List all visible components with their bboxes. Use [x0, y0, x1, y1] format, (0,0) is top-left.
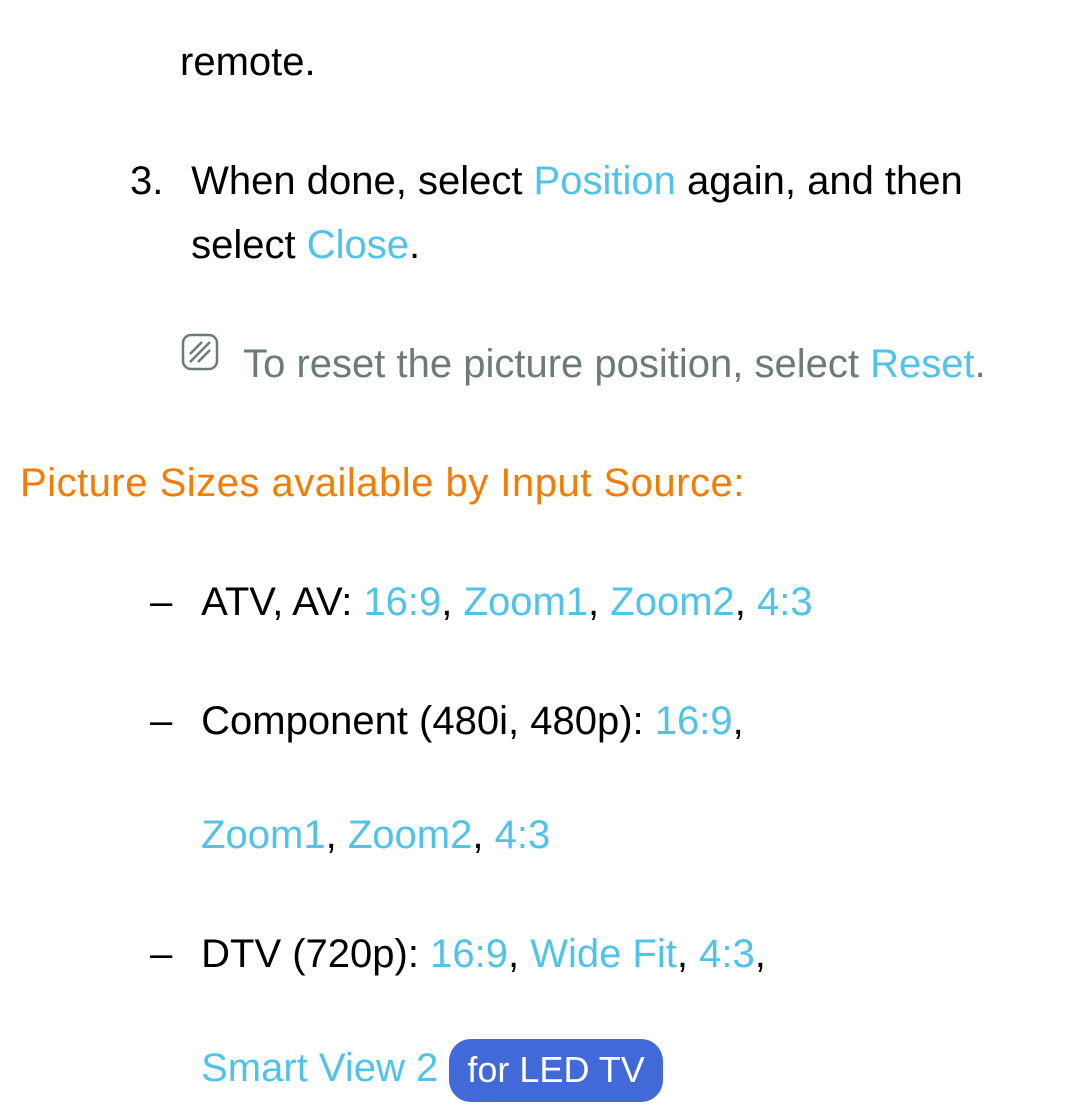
dash: – — [150, 922, 190, 986]
prev-line-continuation: remote. — [180, 30, 1050, 94]
spacer — [438, 1046, 449, 1090]
size-zoom2: Zoom2 — [610, 580, 735, 624]
size-zoom2: Zoom2 — [348, 813, 473, 857]
li-body: ATV, AV: 16:9, Zoom1, Zoom2, 4:3 — [201, 570, 1031, 634]
step3-text-a: When done, select — [191, 159, 533, 203]
li-body: DTV (720p): 16:9, Wide Fit, 4:3, Smart V… — [201, 922, 1031, 1102]
size-zoom1: Zoom1 — [464, 580, 589, 624]
sep: , — [441, 580, 463, 624]
sep: , — [735, 580, 757, 624]
position-option: Position — [534, 159, 676, 203]
size-4-3: 4:3 — [699, 932, 755, 976]
size-16-9: 16:9 — [363, 580, 441, 624]
size-4-3: 4:3 — [757, 580, 813, 624]
section-title: Picture Sizes available by Input Source: — [20, 451, 1050, 515]
sep: , — [508, 932, 530, 976]
sep: , — [588, 580, 610, 624]
size-wide-fit: Wide Fit — [530, 932, 677, 976]
note-text-b: . — [975, 342, 986, 386]
sep: , — [677, 932, 699, 976]
size-4-3: 4:3 — [495, 813, 551, 857]
list-item-dtv: – DTV (720p): 16:9, Wide Fit, 4:3, Smart… — [150, 922, 1050, 1102]
size-16-9: 16:9 — [430, 932, 508, 976]
size-16-9: 16:9 — [655, 699, 733, 743]
step-body: When done, select Position again, and th… — [191, 149, 1011, 277]
step3-text-c: . — [409, 223, 420, 267]
sep: , — [733, 699, 744, 743]
size-smart-view-2: Smart View 2 — [201, 1046, 438, 1090]
section-title-text: Picture Sizes available by Input Source: — [20, 461, 745, 505]
led-tv-badge: for LED TV — [449, 1039, 662, 1103]
remote-text: remote. — [180, 40, 316, 84]
list-item-component: – Component (480i, 480p): 16:9, Zoom1, Z… — [150, 689, 1050, 867]
step-number: 3. — [130, 149, 180, 213]
list-item-atv-av: – ATV, AV: 16:9, Zoom1, Zoom2, 4:3 — [150, 570, 1050, 634]
sep-last: , — [755, 932, 766, 976]
sep: , — [472, 813, 494, 857]
sep: , — [326, 813, 348, 857]
li3-label: DTV (720p): — [201, 932, 430, 976]
dash: – — [150, 689, 190, 753]
dash: – — [150, 570, 190, 634]
note-icon — [180, 332, 224, 372]
li1-label: ATV, AV: — [201, 580, 363, 624]
close-option: Close — [307, 223, 409, 267]
note-text-a: To reset the picture position, select — [243, 342, 870, 386]
note: To reset the picture position, select Re… — [180, 332, 1050, 396]
reset-option: Reset — [870, 342, 975, 386]
note-body: To reset the picture position, select Re… — [243, 332, 993, 396]
size-zoom1: Zoom1 — [201, 813, 326, 857]
li2-label: Component (480i, 480p): — [201, 699, 655, 743]
step-3: 3. When done, select Position again, and… — [130, 149, 1050, 277]
li-body: Component (480i, 480p): 16:9, Zoom1, Zoo… — [201, 689, 1031, 867]
